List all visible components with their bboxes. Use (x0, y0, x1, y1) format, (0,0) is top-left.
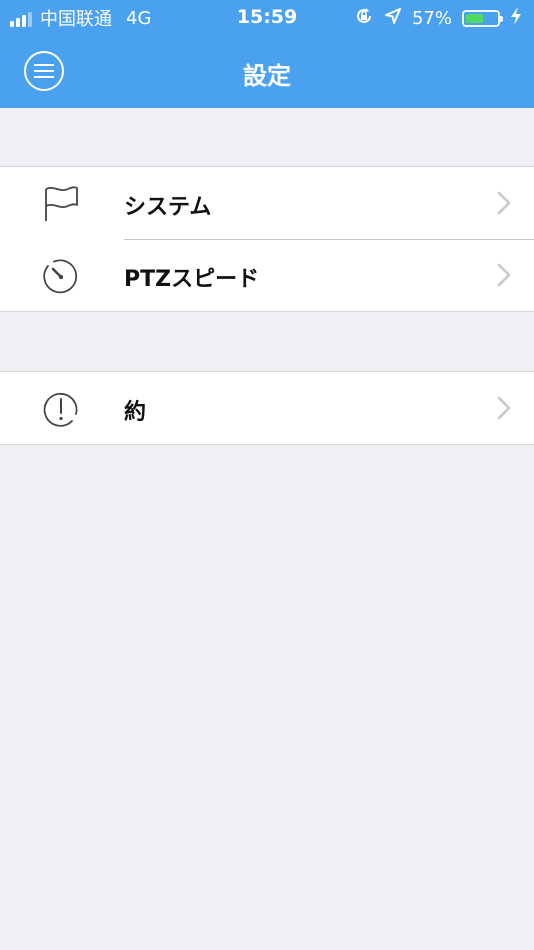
settings-item-ptz-speed[interactable]: PTZスピード (0, 239, 534, 311)
charging-bolt-icon (510, 6, 522, 30)
page-title: 設定 (243, 62, 291, 90)
settings-item-system[interactable]: システム (0, 167, 534, 239)
info-exclamation-icon (43, 392, 78, 427)
settings-item-label: 約 (124, 400, 147, 425)
settings-group-1: システム PTZスピード (0, 166, 534, 312)
top-bar: 中国联通 4G 15:59 57% 設定 (0, 0, 534, 108)
location-arrow-icon (384, 7, 402, 30)
chevron-right-icon (497, 396, 511, 420)
settings-screen: 中国联通 4G 15:59 57% 設定 システム PTZスピード 約 (0, 0, 534, 950)
settings-group-2: 約 (0, 371, 534, 445)
flag-icon (45, 186, 78, 221)
chevron-right-icon (497, 191, 511, 215)
battery-percent: 57% (411, 7, 452, 29)
status-right: 57% (354, 6, 522, 30)
status-bar: 中国联通 4G 15:59 57% (0, 0, 534, 36)
chevron-right-icon (497, 263, 511, 287)
rotation-lock-icon (354, 6, 374, 31)
battery-level-fill (466, 13, 483, 23)
settings-item-label: システム (124, 195, 212, 220)
navigation-bar: 設定 (0, 36, 534, 108)
settings-item-label: PTZスピード (124, 267, 260, 292)
battery-icon (462, 9, 503, 27)
timer-icon (43, 259, 78, 294)
settings-item-about[interactable]: 約 (0, 372, 534, 444)
